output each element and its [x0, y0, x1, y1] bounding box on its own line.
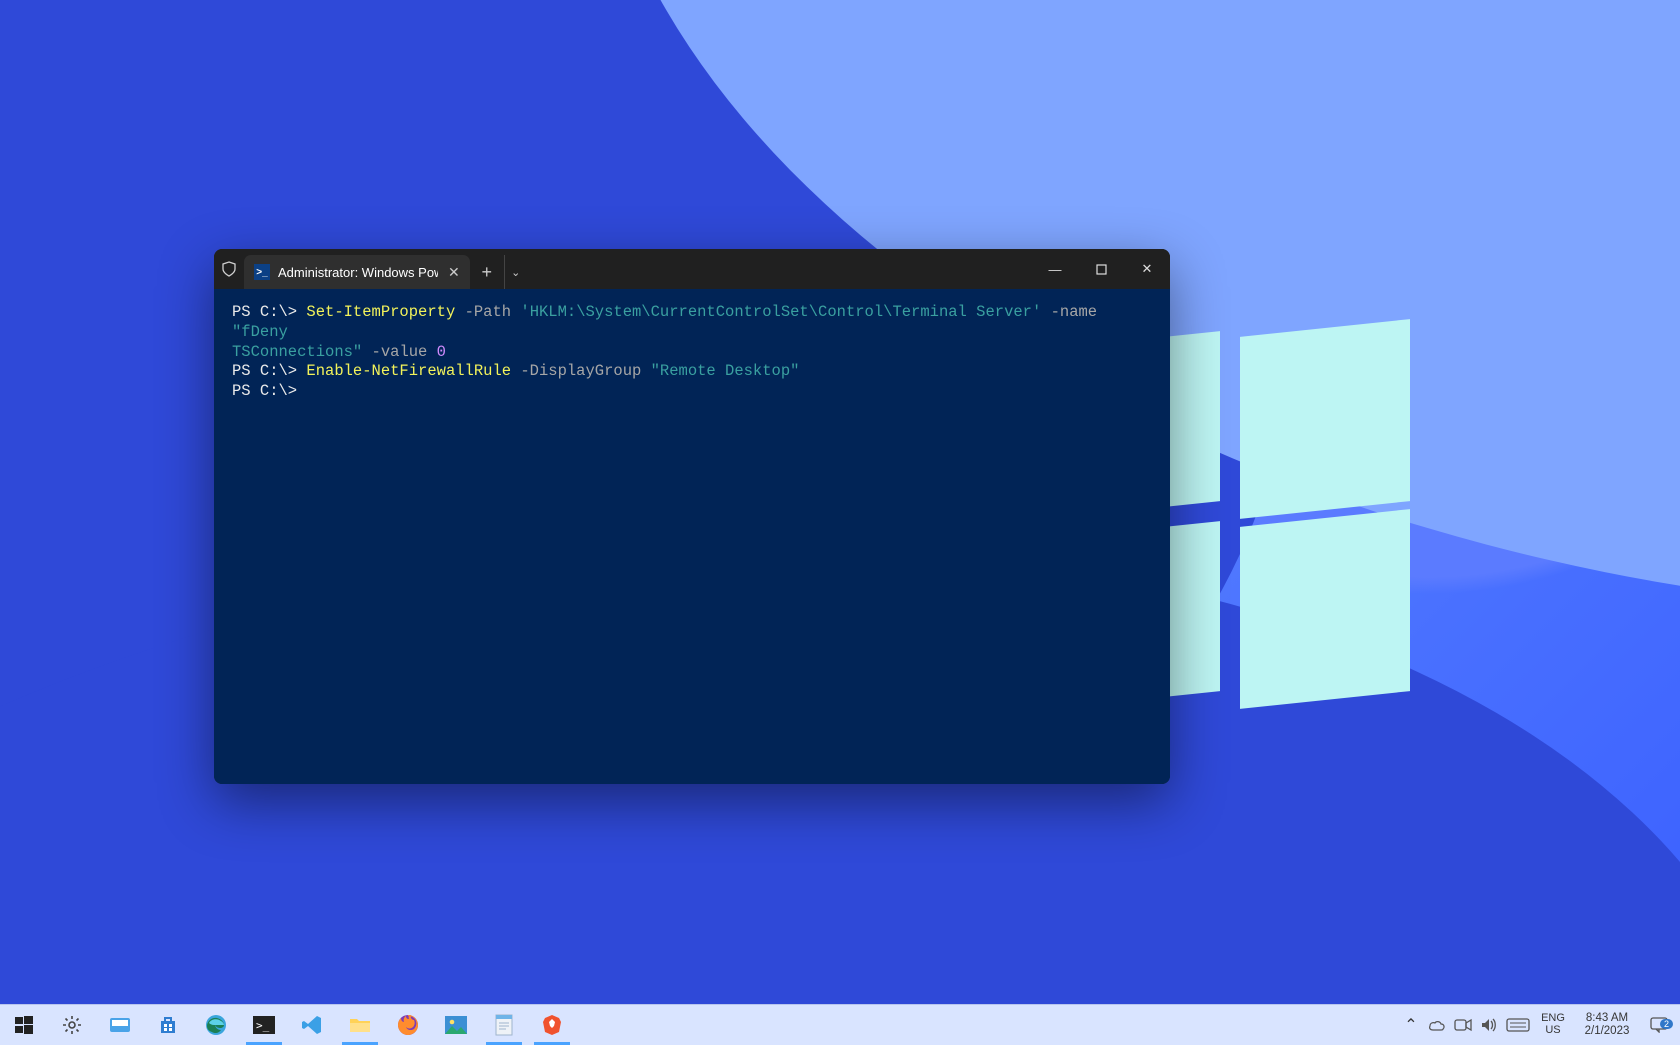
terminal-tab-title: Administrator: Windows Powe	[278, 265, 438, 280]
taskbar-terminal[interactable]: >_	[240, 1005, 288, 1045]
windows-terminal-window: >_ Administrator: Windows Powe ✕ + ⌄ — ✕…	[214, 249, 1170, 784]
taskbar-task-view[interactable]	[96, 1005, 144, 1045]
terminal-output[interactable]: PS C:\> Set-ItemProperty -Path 'HKLM:\Sy…	[214, 289, 1170, 784]
taskbar-vscode[interactable]	[288, 1005, 336, 1045]
maximize-button[interactable]	[1078, 249, 1124, 289]
taskbar-settings[interactable]	[48, 1005, 96, 1045]
clock-date: 2/1/2023	[1585, 1025, 1630, 1038]
volume-icon[interactable]	[1476, 1005, 1502, 1045]
terminal-tab[interactable]: >_ Administrator: Windows Powe ✕	[244, 255, 470, 289]
terminal-titlebar[interactable]: >_ Administrator: Windows Powe ✕ + ⌄ — ✕	[214, 249, 1170, 289]
clock[interactable]: 8:43 AM 2/1/2023	[1572, 1012, 1642, 1038]
tab-close-button[interactable]: ✕	[448, 264, 460, 281]
tab-dropdown-button[interactable]: ⌄	[504, 255, 527, 289]
input-indicator-icon[interactable]	[1502, 1005, 1534, 1045]
taskbar-brave[interactable]	[528, 1005, 576, 1045]
notification-badge: 2	[1660, 1019, 1673, 1029]
new-tab-button[interactable]: +	[470, 255, 504, 289]
taskbar-photos[interactable]	[432, 1005, 480, 1045]
minimize-button[interactable]: —	[1032, 249, 1078, 289]
taskbar-start[interactable]	[0, 1005, 48, 1045]
svg-text:>_: >_	[256, 1019, 270, 1032]
language-indicator[interactable]: ENG US	[1534, 1013, 1572, 1036]
taskbar-edge[interactable]	[192, 1005, 240, 1045]
taskbar-microsoft-store[interactable]	[144, 1005, 192, 1045]
taskbar-firefox[interactable]	[384, 1005, 432, 1045]
meet-now-icon[interactable]	[1450, 1005, 1476, 1045]
taskbar: >_ ⌃ ENG US 8:43 AM 2/1/2023 2	[0, 1004, 1680, 1045]
close-button[interactable]: ✕	[1124, 249, 1170, 289]
action-center-button[interactable]: 2	[1642, 1017, 1676, 1033]
powershell-icon: >_	[254, 264, 270, 280]
clock-time: 8:43 AM	[1586, 1012, 1628, 1025]
admin-shield-icon	[214, 249, 244, 289]
tray-overflow-button[interactable]: ⌃	[1398, 1005, 1424, 1045]
system-tray: ⌃ ENG US 8:43 AM 2/1/2023 2	[1398, 1005, 1680, 1045]
taskbar-notepad[interactable]	[480, 1005, 528, 1045]
onedrive-icon[interactable]	[1424, 1005, 1450, 1045]
taskbar-file-explorer[interactable]	[336, 1005, 384, 1045]
